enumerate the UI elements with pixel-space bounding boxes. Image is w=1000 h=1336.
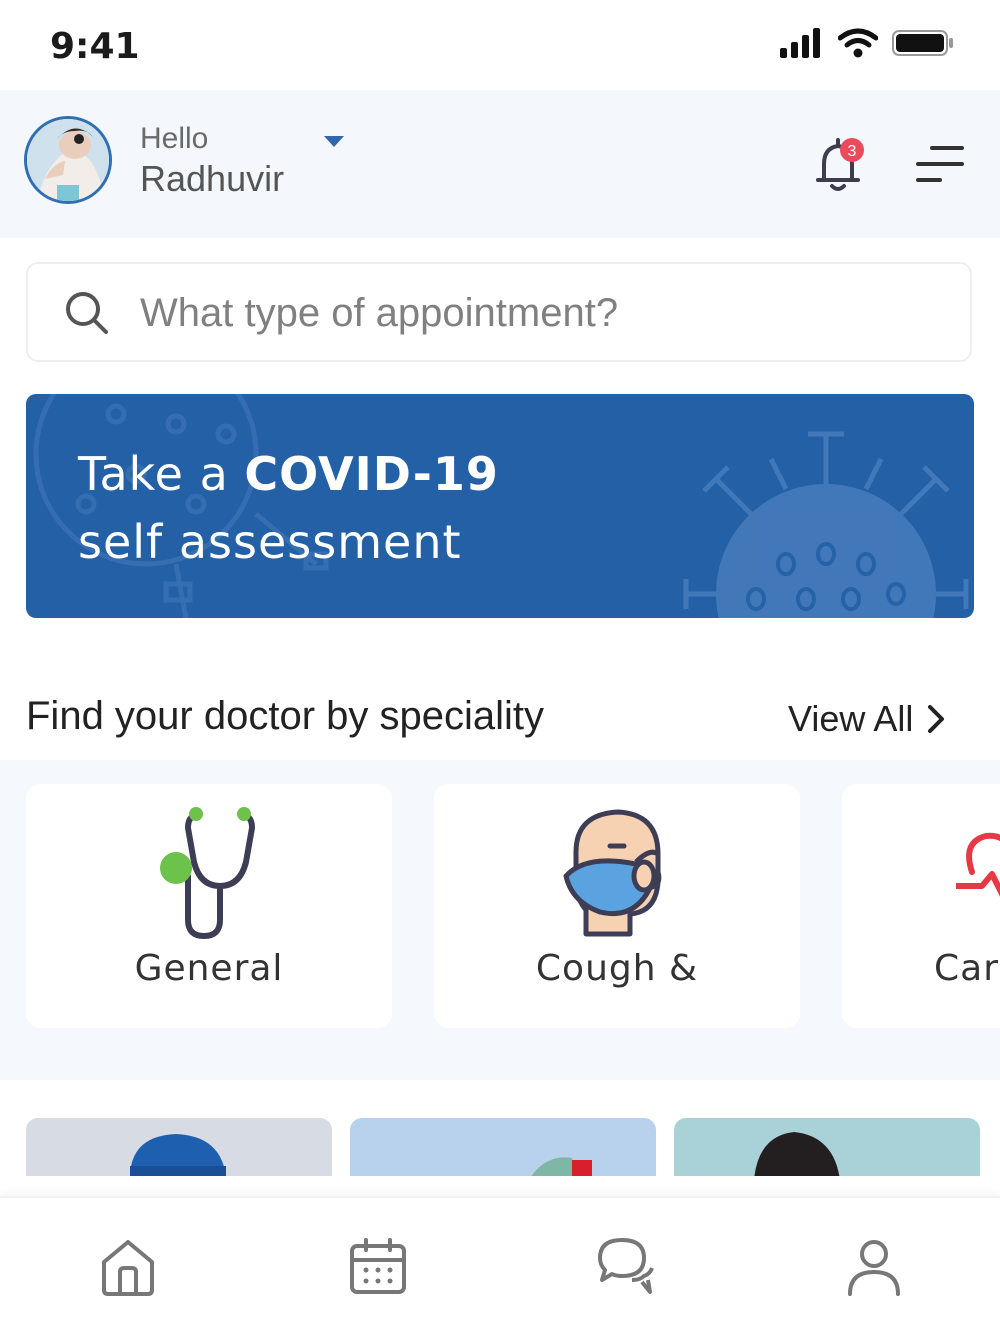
search-bar[interactable] [26,262,972,362]
doctor-photo [754,1132,840,1176]
greeting-text: Hello [140,122,209,155]
chevron-down-icon[interactable] [324,136,344,147]
battery-icon [892,30,953,56]
doctor-card[interactable] [350,1118,656,1176]
bell-icon: 3 [816,138,864,191]
speciality-card-label: Car [934,948,999,989]
search-icon [66,292,108,334]
notification-button[interactable]: 3 [812,136,868,196]
avatar-photo [27,119,109,201]
doctor-card[interactable] [674,1118,980,1176]
search-input[interactable] [138,284,942,342]
chevron-right-icon [928,705,945,733]
status-bar: 9:41 [0,0,1000,90]
speciality-card-label: General [134,948,284,989]
doctor-photo [531,1157,592,1176]
view-all-link[interactable]: View All [788,698,945,740]
home-icon [102,1240,154,1296]
menu-button[interactable] [914,142,966,186]
nav-home[interactable] [96,1234,160,1298]
profile-icon [848,1240,900,1296]
banner-text: Take a COVID-19 self assessment [78,440,499,576]
header: Hello Radhuvir 3 [0,90,1000,238]
speciality-card-general[interactable]: General [26,784,392,1028]
speciality-section-title: Find your doctor by speciality [26,694,545,738]
banner-line1-emphasis: COVID-19 [244,447,499,501]
nav-profile[interactable] [842,1234,906,1298]
speciality-cards-row: General Cough & Car [0,760,1000,1080]
heart-pulse-icon [956,832,1000,897]
wifi-icon [838,28,878,58]
nav-chat[interactable] [594,1234,658,1298]
notification-badge-count: 3 [848,143,857,160]
stethoscope-icon [160,807,256,940]
chat-icon [598,1238,654,1294]
face-mask-icon [563,809,662,937]
view-all-label: View All [788,698,914,739]
speciality-card-label: Cough & [535,948,699,989]
menu-icon [916,146,964,182]
banner-line1-prefix: Take a [78,447,245,501]
doctor-card[interactable] [26,1118,332,1176]
calendar-icon [350,1238,406,1294]
status-time: 9:41 [50,26,140,67]
signal-icon [780,28,820,58]
speciality-card-cardio[interactable]: Car [842,784,1000,1028]
bottom-navigation [0,1196,1000,1336]
status-icons [780,28,954,58]
covid-assessment-banner[interactable]: Take a COVID-19 self assessment [26,394,974,618]
doctor-photo [130,1134,226,1176]
nav-appointments[interactable] [346,1234,410,1298]
username-text: Radhuvir [140,158,285,199]
banner-line2: self assessment [78,515,462,569]
avatar[interactable] [24,116,112,204]
speciality-card-cough[interactable]: Cough & [434,784,800,1028]
doctors-row [0,1110,1000,1176]
